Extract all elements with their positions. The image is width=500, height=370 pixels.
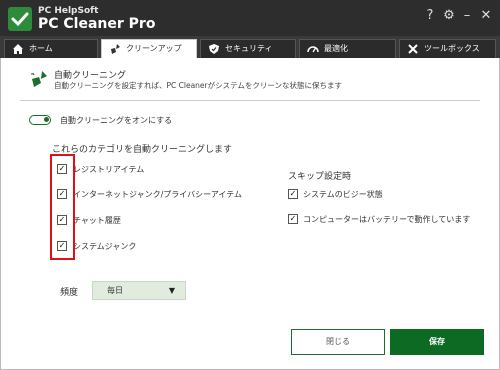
broom-icon bbox=[111, 44, 120, 54]
tab-cleanup[interactable]: クリーンアップ bbox=[101, 39, 197, 59]
checkbox-label: チャット履歴 bbox=[73, 216, 121, 225]
tab-label: ホーム bbox=[29, 44, 53, 53]
checkbox-label: コンピューターはバッテリーで動作しています bbox=[303, 215, 471, 224]
tab-home[interactable]: ホーム bbox=[4, 39, 98, 58]
tools-icon bbox=[408, 44, 418, 54]
frequency-label: 頻度 bbox=[60, 288, 79, 298]
checkbox-label: インターネットジャンク/プライバシーアイテム bbox=[73, 190, 243, 199]
auto-clean-toggle[interactable] bbox=[29, 115, 51, 125]
tab-security[interactable]: セキュリティ bbox=[200, 39, 296, 58]
help-icon[interactable]: ? bbox=[422, 8, 438, 24]
tab-label: ツールボックス bbox=[424, 44, 480, 53]
auto-clean-icon bbox=[31, 71, 47, 87]
skip-title: スキップ設定時 bbox=[288, 172, 352, 182]
title-bar: PC HelpSoft PC Cleaner Pro ? ⚙ – ✕ bbox=[0, 0, 500, 36]
frequency-select[interactable]: 毎日 ▼ bbox=[92, 281, 186, 300]
tab-label: クリーンアップ bbox=[126, 44, 182, 53]
tab-bar: ホーム クリーンアップ セキュリティ 最適化 ツールボックス bbox=[0, 36, 500, 59]
checkbox-on-battery[interactable]: ✓ bbox=[288, 214, 298, 224]
highlight-box bbox=[50, 154, 75, 260]
toggle-label: 自動クリーニングをオンにする bbox=[60, 116, 173, 125]
frequency-value: 毎日 bbox=[107, 286, 123, 295]
speedometer-icon bbox=[307, 46, 319, 53]
tab-label: セキュリティ bbox=[225, 44, 273, 53]
shield-icon bbox=[209, 44, 219, 54]
home-icon bbox=[13, 44, 23, 54]
tab-toolbox[interactable]: ツールボックス bbox=[399, 39, 496, 58]
checkbox-system-busy[interactable]: ✓ bbox=[288, 189, 298, 199]
divider bbox=[20, 100, 480, 101]
checkbox-label: レジストリアイテム bbox=[73, 165, 145, 174]
tab-optimize[interactable]: 最適化 bbox=[299, 39, 396, 58]
section-description: 自動クリーニングを設定すれば、PC Cleanerがシステムをクリーンな状態に保… bbox=[54, 81, 343, 90]
tab-label: 最適化 bbox=[324, 44, 348, 53]
gear-icon[interactable]: ⚙ bbox=[441, 8, 457, 24]
checkbox-label: システムジャンク bbox=[73, 242, 137, 251]
categories-title: これらのカテゴリを自動クリーニングします bbox=[52, 145, 233, 155]
brand-small: PC HelpSoft bbox=[38, 6, 99, 16]
app-logo-icon bbox=[8, 7, 32, 31]
close-icon[interactable]: ✕ bbox=[478, 8, 494, 24]
checkbox-label: システムのビジー状態 bbox=[303, 190, 383, 199]
app-title: PC Cleaner Pro bbox=[38, 16, 156, 32]
save-button[interactable]: 保存 bbox=[390, 329, 484, 355]
minimize-icon[interactable]: – bbox=[459, 8, 475, 24]
close-button[interactable]: 閉じる bbox=[291, 329, 385, 355]
chevron-down-icon: ▼ bbox=[168, 286, 175, 295]
